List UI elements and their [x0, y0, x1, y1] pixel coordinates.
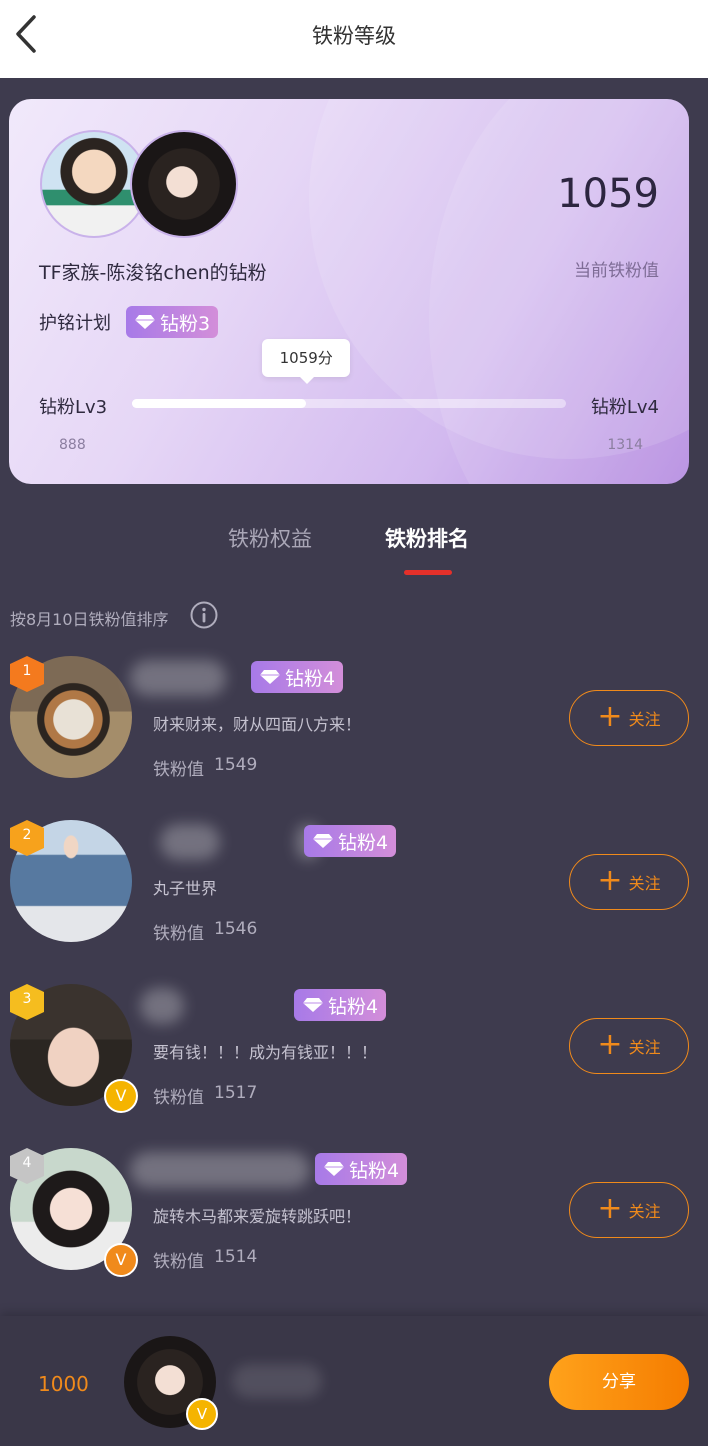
- share-button[interactable]: 分享: [549, 1354, 689, 1410]
- fan-value: 1546: [214, 919, 258, 939]
- my-rank-bar: 1000 V 分享: [0, 1316, 708, 1446]
- blurred-username: [232, 1364, 322, 1398]
- diamond-icon: [260, 670, 280, 684]
- sort-label: 按8月10日铁粉值排序: [10, 610, 169, 629]
- page-title: 铁粉等级: [312, 24, 396, 48]
- fan-club-name: TF家族-陈浚铭chen的钻粉: [39, 262, 267, 284]
- rank-badge: 3: [10, 984, 44, 1020]
- ranking-row[interactable]: 2 钻粉4 丸子世界 铁粉值 1546 + 关注: [0, 820, 708, 960]
- rank-badge: 1: [10, 656, 44, 692]
- diamond-icon: [303, 998, 323, 1012]
- diamond-icon: [313, 834, 333, 848]
- plus-icon: +: [597, 1026, 623, 1062]
- blurred-username: [140, 988, 184, 1024]
- range-max: 1314: [607, 437, 643, 453]
- blurred-username: [130, 1152, 310, 1188]
- current-score: 1059: [557, 171, 659, 217]
- fan-value: 1517: [214, 1083, 258, 1103]
- blurred-username: [160, 824, 220, 860]
- follow-button[interactable]: + 关注: [569, 854, 689, 910]
- level-progress-bar: [132, 399, 566, 408]
- follow-button[interactable]: + 关注: [569, 1182, 689, 1238]
- fan-level-card: 1059 当前铁粉值 TF家族-陈浚铭chen的钻粉 护铭计划 钻粉3 1059…: [9, 99, 689, 484]
- blurred-username: [130, 660, 226, 696]
- plus-icon: +: [597, 862, 623, 898]
- current-score-label: 当前铁粉值: [574, 261, 659, 281]
- plus-icon: +: [597, 1190, 623, 1226]
- fan-value: 1549: [214, 755, 258, 775]
- user-signature: 丸子世界: [153, 879, 218, 898]
- fan-level-badge: 钻粉3: [126, 306, 219, 338]
- ranking-row[interactable]: 1 钻粉4 财来财来，财从四面八方来！ 铁粉值 1549 + 关注: [0, 656, 708, 796]
- follow-button[interactable]: + 关注: [569, 1018, 689, 1074]
- my-fan-value: 1000: [38, 1372, 89, 1396]
- current-level-label: 钻粉Lv3: [39, 397, 108, 418]
- plus-icon: +: [597, 698, 623, 734]
- active-tab-indicator: [404, 570, 452, 575]
- follow-button[interactable]: + 关注: [569, 690, 689, 746]
- plan-label: 护铭计划: [39, 313, 111, 334]
- diamond-icon: [135, 315, 155, 329]
- rank-badge: 4: [10, 1148, 44, 1184]
- verified-badge: V: [104, 1079, 138, 1113]
- tab-fan-ranking[interactable]: 铁粉排名: [385, 523, 469, 553]
- fan-level-badge: 钻粉4: [294, 989, 387, 1021]
- top-bar: 铁粉等级: [0, 0, 708, 78]
- user-signature: 财来财来，财从四面八方来！: [153, 715, 362, 734]
- user-signature: 旋转木马都来爱旋转跳跃吧！: [153, 1207, 362, 1226]
- user-signature: 要有钱！！！成为有钱亚！！！: [153, 1043, 378, 1062]
- info-icon[interactable]: [190, 601, 218, 629]
- tab-fan-benefits[interactable]: 铁粉权益: [228, 523, 312, 553]
- fan-value-label: 铁粉值: [153, 1088, 204, 1108]
- fan-value-label: 铁粉值: [153, 760, 204, 780]
- ranking-row[interactable]: 3 V 钻粉4 要有钱！！！成为有钱亚！！！ 铁粉值 1517 + 关注: [0, 984, 708, 1124]
- fan-level-badge: 钻粉4: [315, 1153, 408, 1185]
- progress-tooltip: 1059分: [262, 339, 351, 384]
- next-level-label: 钻粉Lv4: [590, 397, 659, 418]
- fan-value-label: 铁粉值: [153, 1252, 204, 1272]
- ranking-row[interactable]: 4 V 钻粉4 旋转木马都来爱旋转跳跃吧！ 铁粉值 1514 + 关注: [0, 1148, 708, 1288]
- diamond-icon: [324, 1162, 344, 1176]
- fan-level-badge: 钻粉4: [251, 661, 344, 693]
- fan-value-label: 铁粉值: [153, 924, 204, 944]
- fan-level-badge: 钻粉4: [304, 825, 397, 857]
- rank-badge: 2: [10, 820, 44, 856]
- fan-value: 1514: [214, 1247, 258, 1267]
- user-avatar: [130, 130, 238, 238]
- level-progress-fill: [132, 399, 307, 408]
- verified-badge: V: [104, 1243, 138, 1277]
- verified-badge: V: [186, 1398, 218, 1430]
- range-min: 888: [59, 437, 86, 453]
